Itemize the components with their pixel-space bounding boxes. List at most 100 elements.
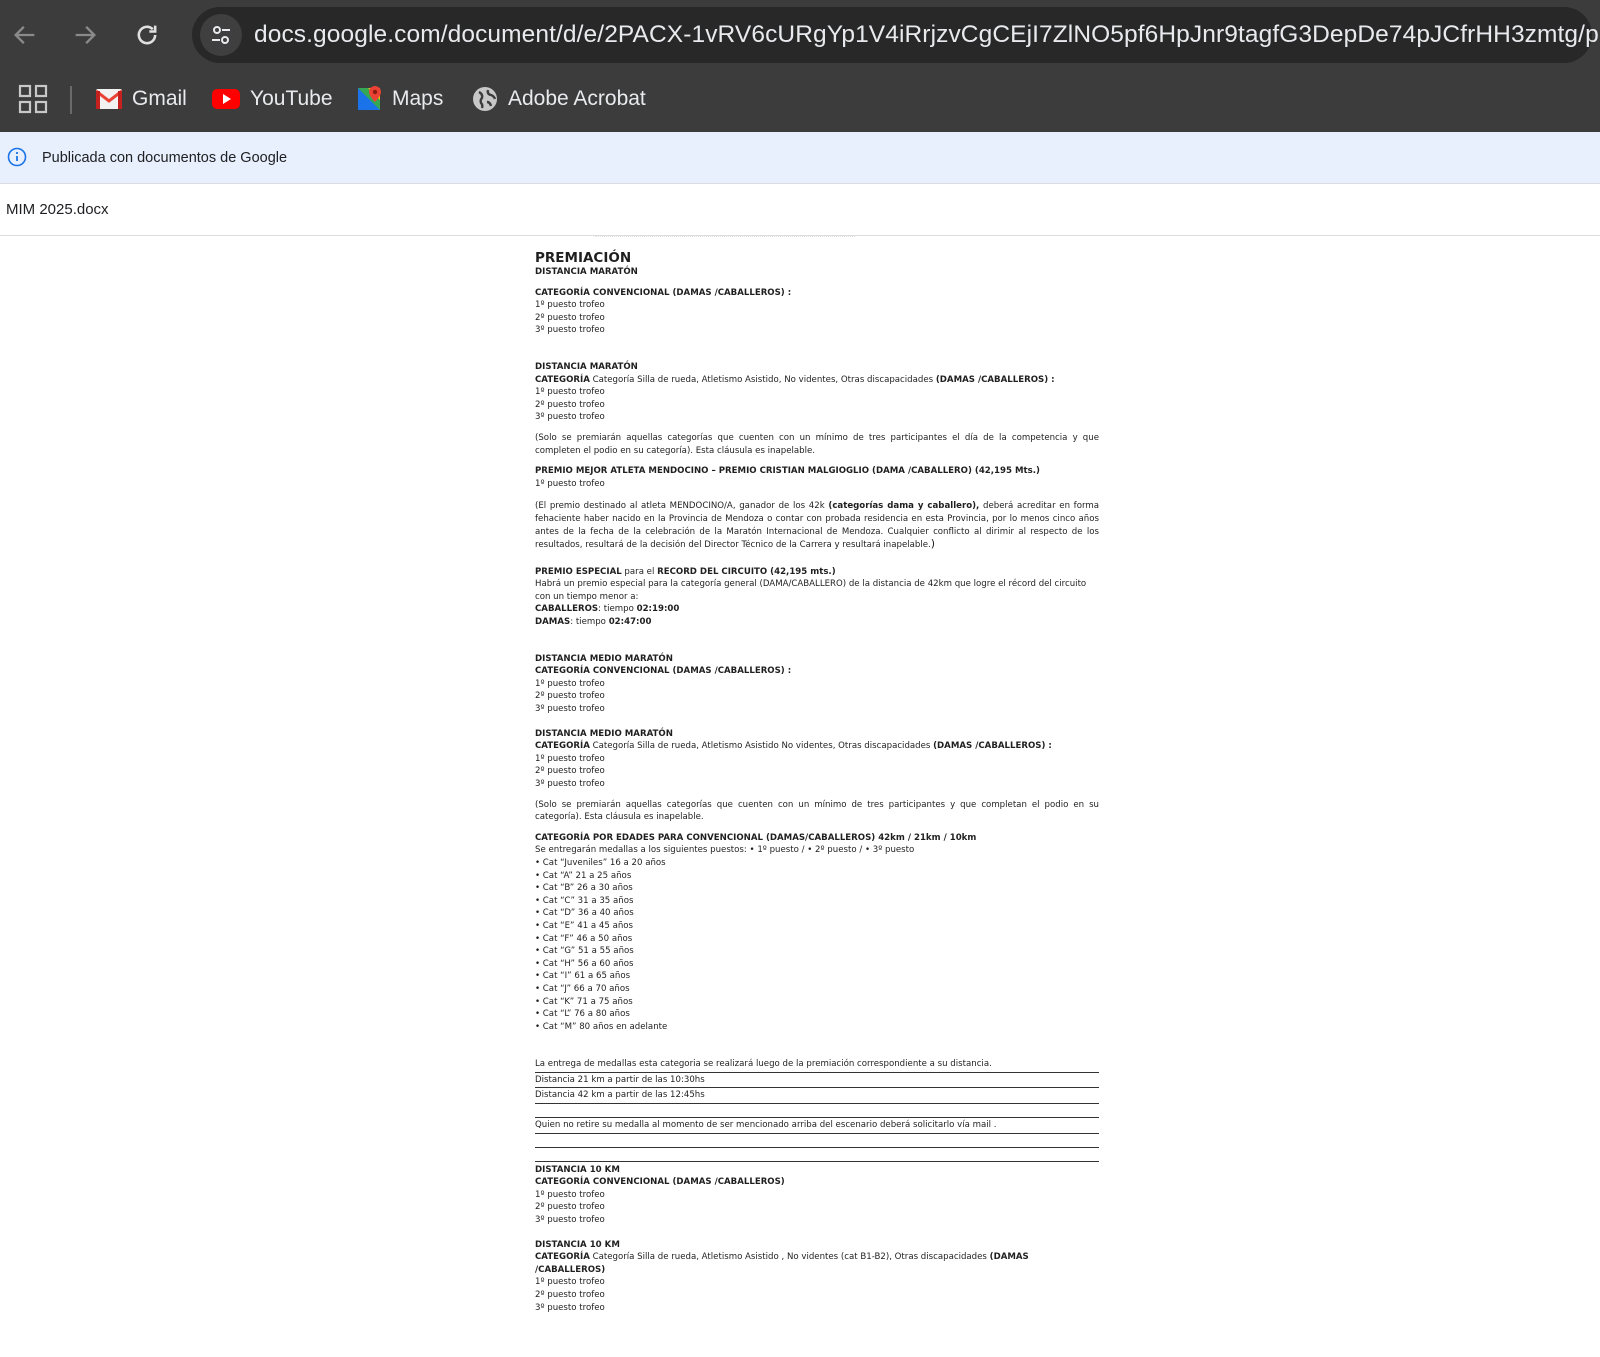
age-category-item: • Cat “A” 21 a 25 años <box>535 870 632 881</box>
tune-icon <box>212 26 230 44</box>
category-text: Categoría Silla de rueda, Atletismo Asis… <box>589 374 936 385</box>
prize-line: 2º puesto trofeo <box>535 312 605 323</box>
forward-button[interactable] <box>62 12 108 58</box>
section-title: PREMIO MEJOR ATLETA MENDOCINO – PREMIO C… <box>535 466 1040 477</box>
bookmark-maps[interactable]: Maps <box>358 80 443 118</box>
globe-icon <box>473 87 497 111</box>
document-title: MIM 2025.docx <box>6 201 109 218</box>
banner-text: Publicada con documentos de Google <box>42 150 288 166</box>
record-women: DAMAS: tiempo 02:47:00 <box>535 616 1099 629</box>
reload-button[interactable] <box>124 12 170 58</box>
category-label: CATEGORÍA CONVENCIONAL (DAMAS /CABALLERO… <box>535 666 792 677</box>
back-button[interactable] <box>2 12 48 58</box>
prize-line: 2º puesto trofeo <box>535 766 605 777</box>
age-category-item: • Cat “G” 51 a 55 años <box>535 946 634 957</box>
age-category-item: • Cat “H” 56 a 60 años <box>535 958 634 969</box>
bookmark-label: Gmail <box>132 87 187 110</box>
age-category-item: • Cat “F” 46 a 50 años <box>535 933 633 944</box>
info-icon[interactable] <box>6 146 28 168</box>
record-text: : tiempo <box>598 604 637 615</box>
age-category-item: • Cat “K” 71 a 75 años <box>535 996 633 1007</box>
age-category-item: • Cat “Juveniles” 16 a 20 años <box>535 857 666 868</box>
prize-line: 3º puesto trofeo <box>535 1302 605 1313</box>
ruled-line-empty <box>535 1134 1099 1148</box>
category-label: CATEGORÍA Categoría Silla de rueda, Atle… <box>535 374 1099 387</box>
apps-grid-icon[interactable] <box>18 84 48 114</box>
ruled-line-empty <box>535 1104 1099 1119</box>
bookmark-label: Adobe Acrobat <box>508 87 646 110</box>
ruled-line: La entrega de medallas esta categoria se… <box>535 1058 1099 1073</box>
prize-line: 3º puesto trofeo <box>535 412 605 423</box>
address-bar[interactable]: docs.google.com/document/d/e/2PACX-1vRV6… <box>192 7 1600 63</box>
bookmark-label: YouTube <box>250 87 333 110</box>
ruled-line: Distancia 21 km a partir de las 10:30hs <box>535 1074 1099 1089</box>
section-record-circuito: PREMIO ESPECIAL para el RECORD DEL CIRCU… <box>535 566 1099 629</box>
section-title: DISTANCIA 10 KM <box>535 1164 620 1175</box>
category-keyword: CATEGORÍA <box>535 741 590 752</box>
url-text[interactable]: docs.google.com/document/d/e/2PACX-1vRV6… <box>254 7 1600 63</box>
category-gender: (DAMAS /CABALLEROS) : <box>935 374 1055 385</box>
bookmark-youtube[interactable]: YouTube <box>212 80 333 118</box>
eligibility-note: (El premio destinado al atleta MENDOCINO… <box>535 500 1099 551</box>
prize-line: 1º puesto trofeo <box>535 300 605 311</box>
age-category-item: • Cat “C” 31 a 35 años <box>535 895 634 906</box>
section-10km-adaptada: DISTANCIA 10 KM CATEGORÍA Categoría Sill… <box>535 1239 1099 1315</box>
category-keyword: CATEGORÍA <box>535 1252 590 1263</box>
prize-line: 1º puesto trofeo <box>535 1189 605 1200</box>
section-maraton-adaptada: DISTANCIA MARATÓN CATEGORÍA Categoría Si… <box>535 361 1099 457</box>
title-bold: PREMIO ESPECIAL <box>535 566 622 577</box>
prize-line: 2º puesto trofeo <box>535 399 605 410</box>
page-top-cut <box>595 236 855 242</box>
record-label: CABALLEROS <box>535 604 599 615</box>
category-label: CATEGORÍA Categoría Silla de rueda, Atle… <box>535 740 1099 753</box>
record-time: 02:19:00 <box>636 604 680 615</box>
record-men: CABALLEROS: tiempo 02:19:00 <box>535 603 1099 616</box>
section-title: DISTANCIA MARATÓN <box>535 361 638 372</box>
age-category-item: • Cat “B” 26 a 30 años <box>535 883 633 894</box>
category-keyword: CATEGORÍA <box>535 374 590 385</box>
bookmark-label: Maps <box>392 87 444 110</box>
clause-note: (Solo se premiarán aquellas categorías q… <box>535 432 1099 456</box>
arrow-left-icon <box>14 26 35 44</box>
bookmark-gmail[interactable]: Gmail <box>96 80 187 118</box>
arrow-right-icon <box>75 26 96 44</box>
prize-line: 2º puesto trofeo <box>535 1202 605 1213</box>
category-label: CATEGORÍA CONVENCIONAL (DAMAS /CABALLERO… <box>535 287 792 298</box>
prize-line: 1º puesto trofeo <box>535 678 605 689</box>
category-text: Categoría Silla de rueda, Atletismo Asis… <box>589 741 934 752</box>
page-heading: PREMIACIÓN <box>535 250 632 266</box>
age-category-item: • Cat “E” 41 a 45 años <box>535 920 634 931</box>
record-text: : tiempo <box>570 617 609 628</box>
section-mejor-atleta-mendocino: PREMIO MEJOR ATLETA MENDOCINO – PREMIO C… <box>535 465 1099 552</box>
prize-line: 1º puesto trofeo <box>535 1277 605 1288</box>
prize-line: 3º puesto trofeo <box>535 779 605 789</box>
note-close: ) <box>930 537 936 551</box>
note-bold: (categorías dama y caballero), <box>828 501 980 512</box>
age-category-item: • Cat “M” 80 años en adelante <box>535 1021 668 1032</box>
section-title: DISTANCIA MARATÓN <box>535 267 638 277</box>
ruled-line-empty <box>535 1148 1099 1162</box>
browser-toolbar: docs.google.com/document/d/e/2PACX-1vRV6… <box>0 0 1600 70</box>
section-title: DISTANCIA MEDIO MARATÓN <box>535 653 673 664</box>
prize-line: 1º puesto trofeo <box>535 387 605 398</box>
prize-line: 1º puesto trofeo <box>535 753 605 764</box>
prize-line: 3º puesto trofeo <box>535 1215 605 1226</box>
record-label: DAMAS <box>535 617 571 628</box>
age-category-item: • Cat “I” 61 a 65 años <box>535 971 631 982</box>
document-title-bar: MIM 2025.docx <box>0 184 1600 236</box>
bookmarks-bar: Gmail YouTube Maps Adobe Acrobat <box>0 70 1600 132</box>
site-info-button[interactable] <box>200 14 242 56</box>
title-bold: RECORD DEL CIRCUITO (42,195 mts.) <box>657 566 836 577</box>
title-text: para el <box>621 566 658 577</box>
section-categorias-por-edades: CATEGORÍA POR EDADES PARA CONVENCIONAL (… <box>535 832 1099 1034</box>
section-title: DISTANCIA MEDIO MARATÓN <box>535 728 673 739</box>
section-10km-convencional: DISTANCIA 10 KM CATEGORÍA CONVENCIONAL (… <box>535 1164 1099 1227</box>
prize-line: 3º puesto trofeo <box>535 704 605 715</box>
youtube-icon <box>212 89 240 109</box>
section-maraton-convencional: DISTANCIA MARATÓN CATEGORÍA CONVENCIONAL… <box>535 266 1099 337</box>
reload-icon <box>137 25 157 45</box>
record-time: 02:47:00 <box>608 617 652 628</box>
section-title: PREMIO ESPECIAL para el RECORD DEL CIRCU… <box>535 566 1099 579</box>
section-title: CATEGORÍA POR EDADES PARA CONVENCIONAL (… <box>535 832 977 843</box>
bookmark-adobe-acrobat[interactable]: Adobe Acrobat <box>472 80 646 118</box>
